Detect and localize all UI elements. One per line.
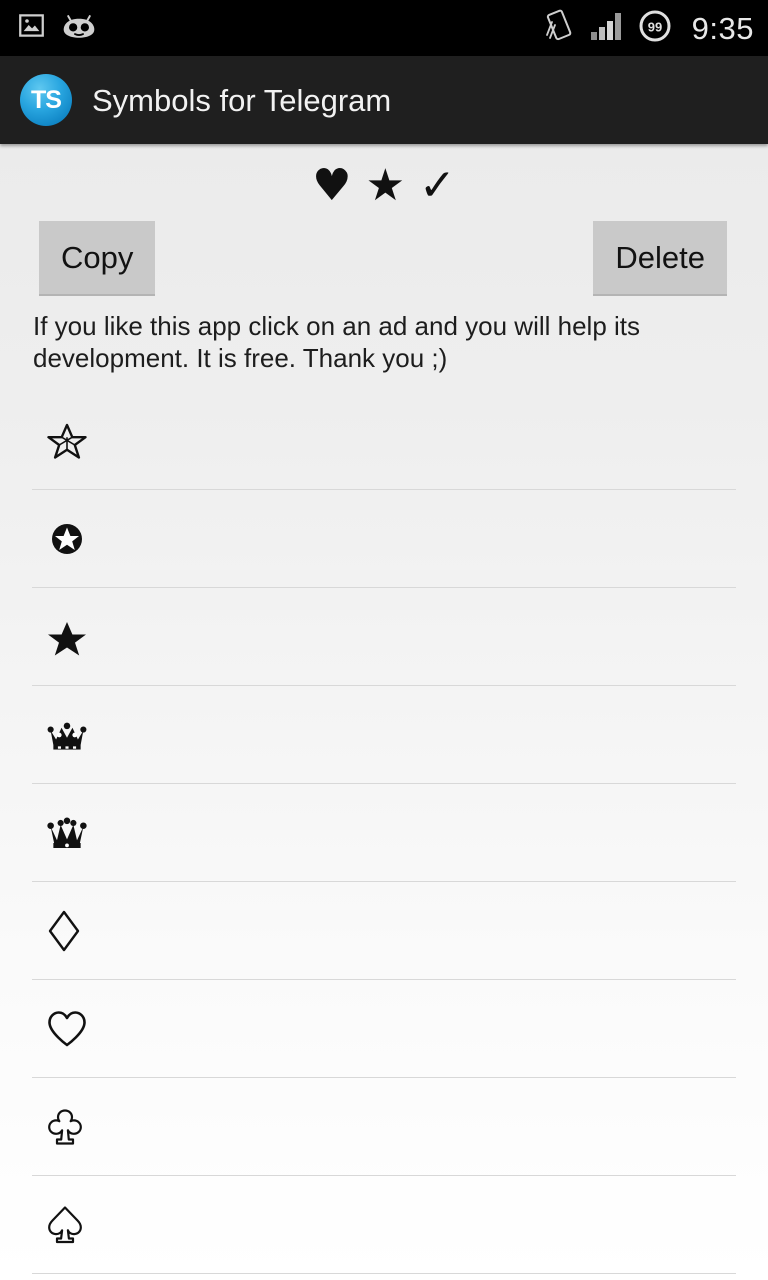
list-item[interactable]	[0, 980, 768, 1079]
app-bar: TS Symbols for Telegram	[0, 56, 768, 144]
outlined-spade-icon	[48, 1206, 82, 1244]
main-content: ♥ ★ ✓ Copy Delete If you like this app c…	[0, 144, 768, 1280]
cyanogenmod-icon	[61, 12, 97, 45]
preview-symbol-star: ★	[365, 160, 406, 211]
preview-symbol-checkmark: ✓	[419, 160, 456, 211]
battery-level-text: 99	[647, 19, 661, 34]
outlined-heart-icon	[48, 1011, 86, 1047]
circled-star-icon	[52, 524, 82, 555]
page-title: Symbols for Telegram	[92, 82, 392, 118]
copy-button[interactable]: Copy	[39, 221, 156, 296]
status-bar-right-icons: 99 9:35	[544, 9, 754, 48]
list-divider	[32, 1273, 736, 1275]
battery-icon: 99	[638, 9, 672, 48]
app-icon: TS	[20, 74, 72, 126]
app-icon-label: TS	[31, 85, 62, 114]
outlined-diamond-icon	[48, 911, 80, 952]
selected-symbols-preview[interactable]: ♥ ★ ✓	[0, 144, 768, 216]
status-bar-clock: 9:35	[691, 10, 754, 46]
screen-rotation-icon	[544, 9, 574, 48]
gallery-icon	[18, 12, 45, 44]
list-item[interactable]	[0, 686, 768, 785]
symbol-list	[0, 392, 768, 1275]
ad-hint-text: If you like this app click on an ad and …	[33, 311, 641, 374]
filled-star-icon	[48, 622, 86, 656]
app-root: 99 9:35 TS Symbols for Telegram ♥ ★ ✓ Co…	[0, 0, 768, 1280]
outlined-club-icon	[48, 1109, 82, 1146]
white-crown-icon	[47, 723, 87, 751]
list-item[interactable]	[0, 588, 768, 687]
list-item[interactable]	[0, 784, 768, 883]
preview-symbol-heart: ♥	[312, 160, 352, 211]
list-item[interactable]	[0, 1176, 768, 1275]
list-item[interactable]	[0, 882, 768, 981]
list-item[interactable]	[0, 392, 768, 491]
action-button-row: Copy Delete	[0, 216, 768, 302]
outlined-pentagram-star-icon	[47, 424, 87, 460]
status-bar: 99 9:35	[0, 0, 768, 56]
black-chess-queen-icon	[47, 818, 87, 849]
signal-bars-icon	[590, 11, 622, 46]
list-item[interactable]	[0, 490, 768, 589]
status-bar-left-icons	[18, 12, 97, 45]
delete-button[interactable]: Delete	[593, 221, 727, 296]
list-item[interactable]	[0, 1078, 768, 1177]
